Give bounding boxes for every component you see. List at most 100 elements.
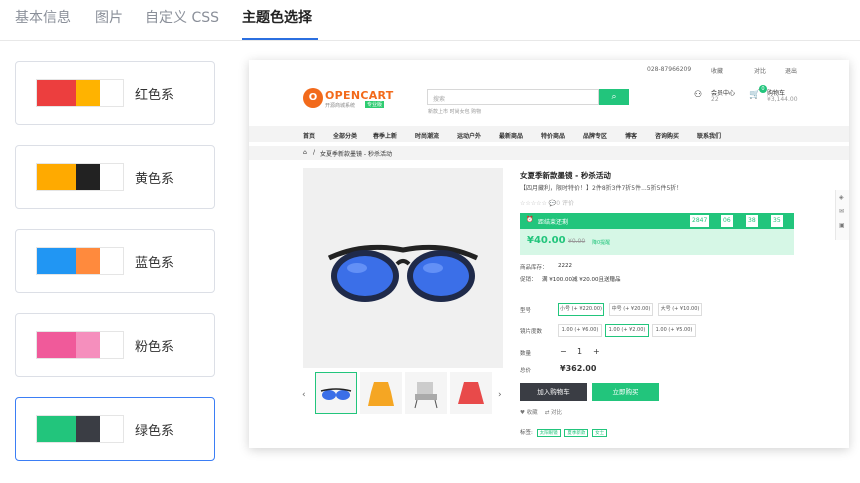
- thumbnail-top[interactable]: [360, 372, 402, 414]
- add-to-cart-button[interactable]: 加入购物车: [520, 383, 587, 401]
- price-area: ¥40.00 ¥0.00 降0提醒: [520, 229, 794, 255]
- nav-item[interactable]: 特价商品: [541, 131, 565, 140]
- theme-label: 黄色系: [135, 172, 175, 187]
- breadcrumb: ⌂ / 女夏季新款墨镜 - 秒杀活动: [249, 146, 849, 160]
- model-label: 型号: [520, 308, 532, 314]
- cart-value: ¥3,144.00: [767, 96, 798, 103]
- breadcrumb-separator: /: [313, 149, 316, 156]
- thumbnail-chair[interactable]: [405, 372, 447, 414]
- theme-color-swatch: [36, 163, 124, 191]
- price-alert-link[interactable]: 降0提醒: [592, 239, 610, 246]
- product-main-image[interactable]: [303, 168, 503, 368]
- product-actions: ♥ 收藏 ⇄ 对比: [520, 408, 562, 416]
- cart-side-icon[interactable]: ▣: [839, 222, 845, 229]
- nav-item[interactable]: 首页: [303, 131, 315, 140]
- user-icon: ⚇: [694, 90, 703, 100]
- theme-label: 粉色系: [135, 340, 175, 355]
- model-option-small[interactable]: 小号 (+ ¥220.00): [558, 303, 604, 316]
- favorites-link[interactable]: 收藏: [711, 66, 723, 75]
- logout-link[interactable]: 退出: [785, 66, 797, 75]
- swatch-segment: [37, 248, 77, 274]
- tag-item[interactable]: 夏季新款: [564, 429, 589, 437]
- quantity-value[interactable]: 1: [577, 347, 582, 356]
- clock-icon: ⏰: [526, 216, 534, 223]
- nav-item[interactable]: 博客: [625, 131, 637, 140]
- search-hints: 新款上市 时尚女包 购物: [428, 109, 482, 115]
- countdown-seconds: 35: [771, 215, 783, 227]
- theme-color-swatch: [36, 331, 124, 359]
- stock-value: 2222: [558, 263, 572, 269]
- countdown-days: 2847: [690, 215, 710, 227]
- nav-item[interactable]: 全部分类: [333, 131, 357, 140]
- swatch-segment: [76, 164, 100, 190]
- thumb-next-icon[interactable]: ›: [498, 390, 502, 400]
- tag-item[interactable]: 太阳眼镜: [536, 429, 561, 437]
- old-price: ¥0.00: [568, 238, 586, 245]
- tag-item[interactable]: 女士: [592, 429, 608, 437]
- logo-icon: O: [303, 88, 323, 108]
- current-price: ¥40.00: [527, 235, 566, 246]
- tab-theme-color[interactable]: 主题色选择: [242, 9, 312, 27]
- nav-item[interactable]: 联系我们: [697, 131, 721, 140]
- lens-option-3[interactable]: 1.00 (+ ¥5.00): [652, 324, 696, 337]
- product-promo: 【四月藏利，限时特价！】2件8折3件7折5件...5折5件5折！: [520, 185, 683, 192]
- swatch-segment: [99, 164, 123, 190]
- home-icon[interactable]: ⌂: [303, 149, 307, 156]
- thumbnail-sunglasses[interactable]: [315, 372, 357, 414]
- wishlist-link[interactable]: ♥ 收藏: [520, 410, 538, 416]
- theme-option-3[interactable]: 粉色系: [15, 313, 215, 377]
- flash-sale-label: 距结束还剩: [538, 219, 569, 226]
- swatch-segment: [76, 332, 100, 358]
- swatch-segment: [99, 248, 123, 274]
- nav-item[interactable]: 运动户外: [457, 131, 481, 140]
- settings-tabs: 基本信息 图片 自定义 CSS 主题色选择: [0, 0, 860, 41]
- logo-badge: 专业版: [365, 101, 385, 108]
- promotion-value: 满 ¥100.00减 ¥20.00且送赠品: [542, 277, 621, 283]
- nav-item[interactable]: 最新商品: [499, 131, 523, 140]
- lens-label: 镜片度数: [520, 329, 543, 335]
- theme-option-0[interactable]: 红色系: [15, 61, 215, 125]
- model-option-medium[interactable]: 中号 (+ ¥20.00): [609, 303, 653, 316]
- nav-item[interactable]: 咨询购买: [655, 131, 679, 140]
- nav-item[interactable]: 春季上新: [373, 131, 397, 140]
- tab-basic-info[interactable]: 基本信息: [15, 9, 71, 27]
- share-icon[interactable]: ◈: [839, 194, 844, 201]
- chat-icon[interactable]: ✉: [839, 208, 844, 215]
- swatch-segment: [99, 416, 123, 442]
- phone-text: 028-87966209: [647, 66, 692, 73]
- nav-item[interactable]: 时尚潮流: [415, 131, 439, 140]
- tab-custom-css[interactable]: 自定义 CSS: [145, 9, 219, 27]
- quantity-decrease-button[interactable]: −: [560, 347, 567, 356]
- theme-option-4[interactable]: 绿色系: [15, 397, 215, 461]
- cart-count-badge: 0: [759, 85, 767, 93]
- quantity-label: 数量: [520, 351, 532, 357]
- sunglasses-icon: [327, 244, 479, 302]
- buy-now-button[interactable]: 立即购买: [592, 383, 659, 401]
- swatch-segment: [76, 80, 100, 106]
- cart-icon[interactable]: 🛒: [749, 90, 760, 100]
- logo-subtitle: 开源商城系统: [325, 103, 356, 109]
- lens-option-1[interactable]: 1.00 (+ ¥6.00): [558, 324, 602, 337]
- swatch-segment: [37, 164, 77, 190]
- theme-option-2[interactable]: 蓝色系: [15, 229, 215, 293]
- breadcrumb-current[interactable]: 女夏季新款墨镜 - 秒杀活动: [320, 149, 392, 158]
- compare-link[interactable]: 对比: [754, 66, 766, 75]
- theme-color-swatch: [36, 79, 124, 107]
- model-option-large[interactable]: 大号 (+ ¥10.00): [658, 303, 702, 316]
- theme-option-1[interactable]: 黄色系: [15, 145, 215, 209]
- thumbnail-skirt[interactable]: [450, 372, 492, 414]
- theme-label: 红色系: [135, 88, 175, 103]
- search-button[interactable]: ⌕: [599, 89, 629, 105]
- tab-images[interactable]: 图片: [95, 9, 123, 27]
- search-icon: ⌕: [611, 92, 617, 102]
- nav-item[interactable]: 品牌专区: [583, 131, 607, 140]
- product-rating[interactable]: ☆☆☆☆☆ 💬0 评价: [520, 198, 574, 207]
- compare-product-link[interactable]: ⇄ 对比: [545, 410, 562, 416]
- preview-topbar: 028-87966209 收藏 对比 退出: [249, 60, 849, 78]
- quantity-increase-button[interactable]: +: [593, 347, 600, 356]
- search-input[interactable]: 搜索: [427, 89, 599, 105]
- stock-label: 商品库存：: [520, 265, 548, 271]
- account-value: 22: [711, 96, 719, 103]
- lens-option-2[interactable]: 1.00 (+ ¥2.00): [605, 324, 649, 337]
- product-tags: 标签: 太阳眼镜 夏季新款 女士: [520, 428, 608, 437]
